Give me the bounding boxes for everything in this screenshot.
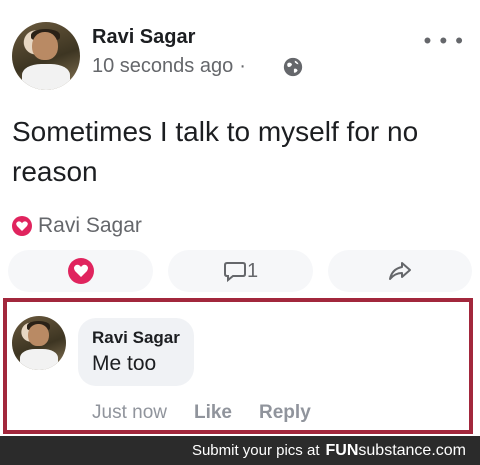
post-text: Sometimes I talk to myself for no reason [12,116,419,187]
reaction-summary[interactable]: Ravi Sagar [12,214,142,238]
comment-text: Me too [92,352,157,375]
comment-actions: Just now Like Reply [92,402,338,424]
footer-brand-rest: substance.com [358,441,466,459]
comment-icon [223,262,246,283]
love-button[interactable] [8,250,153,292]
avatar-shirt [22,64,70,90]
avatar-face [32,31,59,61]
post-meta: 10 seconds ago · [92,55,252,78]
comment-button[interactable]: 1 [168,250,313,292]
meta-separator: · [239,55,246,77]
comment-count: 1 [246,259,259,282]
post-action-bar: 1 [8,250,472,292]
footer-brand: FUNsubstance.com [326,442,467,460]
watermark-footer: Submit your pics at FUNsubstance.com [0,436,480,465]
avatar[interactable] [12,22,80,90]
avatar-face [28,323,49,347]
comment-avatar[interactable] [12,316,66,370]
share-icon [389,262,411,280]
more-options-icon[interactable]: • • • [424,30,464,52]
comment-reply-link[interactable]: Reply [259,402,311,424]
comment-author[interactable]: Ravi Sagar [92,328,180,348]
share-button[interactable] [328,250,472,292]
love-reaction-icon [12,216,32,236]
reaction-user: Ravi Sagar [38,214,142,237]
globe-icon [283,57,303,77]
avatar-shirt [20,349,58,370]
footer-brand-bold: FUN [325,441,359,459]
footer-prefix: Submit your pics at [191,442,320,459]
comment-timestamp: Just now [92,402,167,423]
post-author-name[interactable]: Ravi Sagar [92,26,195,49]
comment-like-link[interactable]: Like [194,402,232,424]
post-timestamp[interactable]: 10 seconds ago [92,55,233,77]
love-icon [67,258,94,284]
